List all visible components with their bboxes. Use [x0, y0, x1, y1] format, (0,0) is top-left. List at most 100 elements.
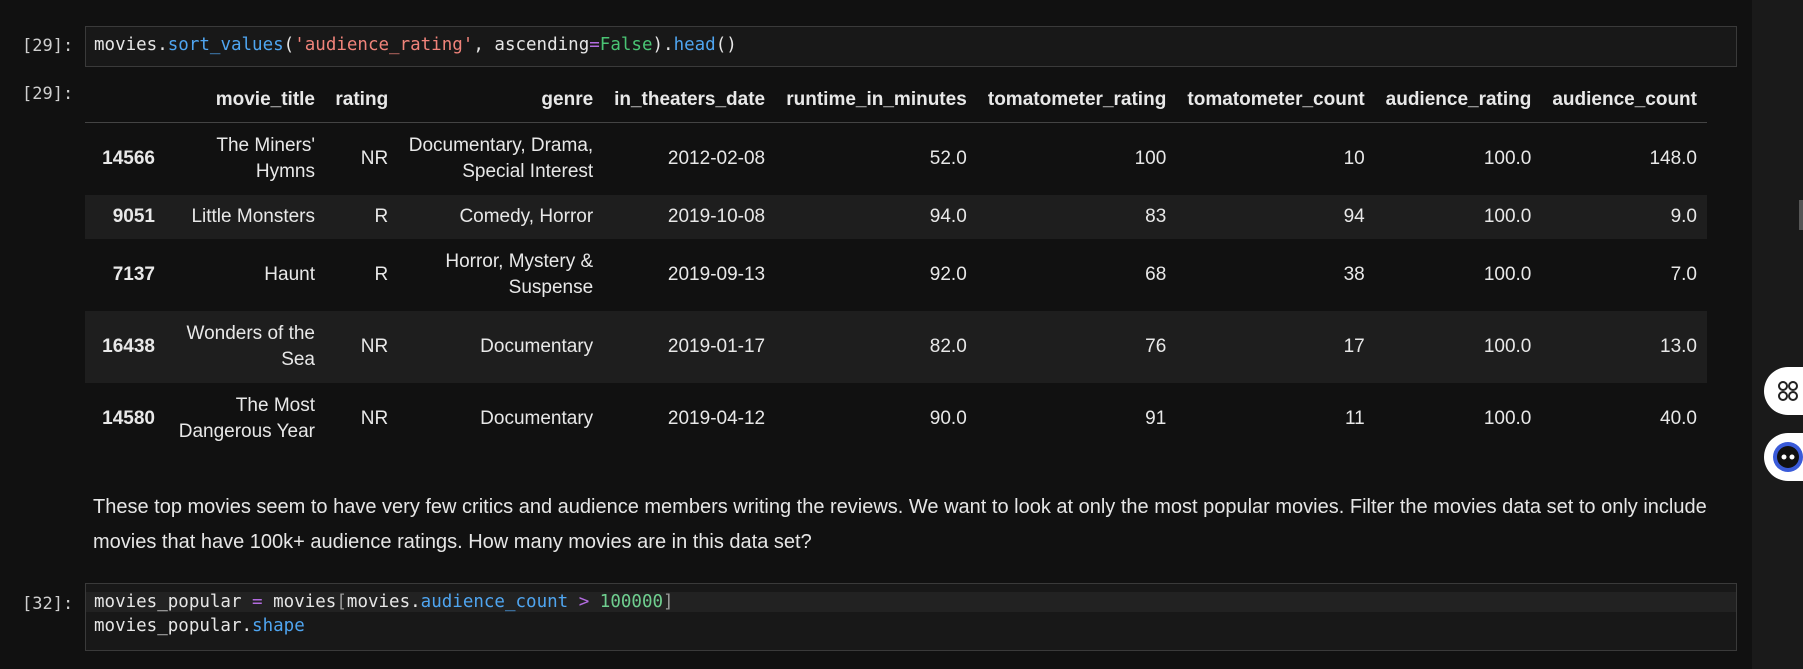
cell-date: 2019-10-08 [667, 205, 766, 227]
cell-movie-title: Little Monsters [191, 205, 315, 227]
column-header-genre: genre [398, 78, 604, 123]
table-header-row: movie_title rating genre in_theaters_dat… [85, 78, 1707, 123]
table-row: 14566 The Miners' Hymns NR Documentary, … [85, 122, 1707, 195]
cell-genre: Documentary [480, 335, 594, 357]
column-header-in-theaters-date: in_theaters_date [603, 78, 776, 123]
token-movies: movies [94, 35, 158, 55]
token-var: movies_popular [94, 592, 253, 612]
code-line: movies_popular = movies[movies.audience_… [86, 592, 1736, 612]
cell-tomatometer-rating: 83 [1145, 205, 1167, 227]
cell-audience-count: 40.0 [1660, 407, 1697, 429]
cell-tomatometer-count: 10 [1343, 147, 1365, 169]
cell-runtime: 82.0 [929, 335, 967, 357]
token-assign: = [252, 592, 263, 612]
command-icon [1778, 381, 1798, 401]
cell-tomatometer-rating: 68 [1145, 263, 1167, 285]
cell-tomatometer-count: 94 [1343, 205, 1365, 227]
token-movies: movies [262, 592, 337, 612]
cell-genre: Documentary, Drama, Special Interest [408, 134, 594, 182]
token-number: 100000 [599, 592, 664, 612]
cell-movie-title: The Most Dangerous Year [178, 394, 315, 442]
dataframe-output: movie_title rating genre in_theaters_dat… [85, 78, 1707, 455]
token-gt: > [568, 592, 600, 612]
cell-date: 2012-02-08 [667, 147, 766, 169]
column-header-audience-count: audience_count [1541, 78, 1707, 123]
token-paren-dot: ). [652, 35, 674, 55]
cell-tomatometer-count: 11 [1345, 407, 1365, 429]
cell-tomatometer-rating: 100 [1134, 147, 1167, 169]
column-header-movie-title: movie_title [165, 78, 325, 123]
column-header-index [85, 78, 165, 123]
cell-audience-count: 9.0 [1670, 205, 1697, 227]
row-index: 14580 [102, 407, 155, 429]
cell-audience-rating: 100.0 [1483, 335, 1532, 357]
row-index: 16438 [102, 335, 155, 357]
cell-audience-rating: 100.0 [1483, 205, 1532, 227]
token-bracket-close: ] [663, 592, 674, 612]
token-movies-dot: movies. [346, 592, 421, 612]
input-prompt-29: [29]: [22, 36, 74, 56]
output-prompt-29: [29]: [22, 84, 74, 104]
row-index: 9051 [112, 205, 155, 227]
token-equals: = [589, 35, 600, 55]
cell-date: 2019-09-13 [667, 263, 766, 285]
token-bracket-open: [ [336, 592, 347, 612]
table-row: 7137 Haunt R Horror, Mystery & Suspense … [85, 238, 1707, 311]
token-var-dot: movies_popular. [94, 616, 253, 636]
token-head: head [673, 35, 716, 55]
token-ascending: , ascending [473, 35, 590, 55]
code-cell-sort[interactable]: movies.sort_values('audience_rating', as… [85, 26, 1737, 67]
token-false: False [599, 35, 653, 55]
cell-movie-title: Wonders of the Sea [186, 322, 315, 370]
token-paren: ( [283, 35, 295, 55]
token-dot: . [157, 35, 168, 55]
cell-rating: R [374, 263, 389, 285]
token-string: 'audience_rating' [294, 35, 474, 55]
cell-rating: NR [360, 407, 389, 429]
code-line: movies.sort_values('audience_rating', as… [94, 35, 1728, 55]
scrollbar-track[interactable] [1752, 0, 1803, 669]
cell-audience-rating: 100.0 [1483, 263, 1532, 285]
cell-rating: NR [360, 147, 389, 169]
cell-rating: R [374, 205, 389, 227]
cell-runtime: 92.0 [929, 263, 967, 285]
token-sort-values: sort_values [167, 35, 284, 55]
column-header-tomatometer-rating: tomatometer_rating [976, 78, 1177, 123]
cell-runtime: 52.0 [929, 147, 967, 169]
column-header-rating: rating [325, 78, 399, 123]
token-attr: audience_count [420, 592, 569, 612]
cell-tomatometer-rating: 76 [1145, 335, 1167, 357]
column-header-audience-rating: audience_rating [1374, 78, 1542, 123]
code-cell-filter[interactable]: movies_popular = movies[movies.audience_… [85, 583, 1737, 651]
input-prompt-32: [32]: [22, 594, 74, 614]
cell-audience-count: 148.0 [1649, 147, 1697, 169]
row-index: 7137 [112, 263, 155, 285]
table-row: 9051 Little Monsters R Comedy, Horror 20… [85, 194, 1707, 239]
cell-movie-title: Haunt [264, 263, 315, 285]
token-call: () [715, 35, 737, 55]
cell-tomatometer-count: 38 [1343, 263, 1365, 285]
cell-rating: NR [360, 335, 389, 357]
cell-audience-rating: 100.0 [1483, 407, 1532, 429]
table-row: 14580 The Most Dangerous Year NR Documen… [85, 382, 1707, 455]
markdown-text: These top movies seem to have very few c… [93, 496, 1707, 553]
cell-date: 2019-04-12 [667, 407, 766, 429]
cell-genre: Documentary [480, 407, 594, 429]
cell-movie-title: The Miners' Hymns [216, 134, 315, 182]
cell-genre: Comedy, Horror [459, 205, 594, 227]
markdown-cell[interactable]: These top movies seem to have very few c… [93, 490, 1713, 560]
scrollbar-thumb[interactable] [1799, 200, 1803, 230]
column-header-tomatometer-count: tomatometer_count [1176, 78, 1375, 123]
cell-tomatometer-rating: 91 [1145, 407, 1167, 429]
row-index: 14566 [102, 147, 155, 169]
column-header-runtime: runtime_in_minutes [775, 78, 977, 123]
code-line: movies_popular.shape [94, 616, 1728, 636]
cell-genre: Horror, Mystery & Suspense [445, 250, 594, 298]
cell-audience-rating: 100.0 [1483, 147, 1532, 169]
cell-runtime: 94.0 [929, 205, 967, 227]
table-row: 16438 Wonders of the Sea NR Documentary … [85, 310, 1707, 383]
cell-runtime: 90.0 [929, 407, 967, 429]
cell-tomatometer-count: 17 [1343, 335, 1365, 357]
assistant-icon [1773, 442, 1803, 472]
cell-audience-count: 13.0 [1660, 335, 1697, 357]
